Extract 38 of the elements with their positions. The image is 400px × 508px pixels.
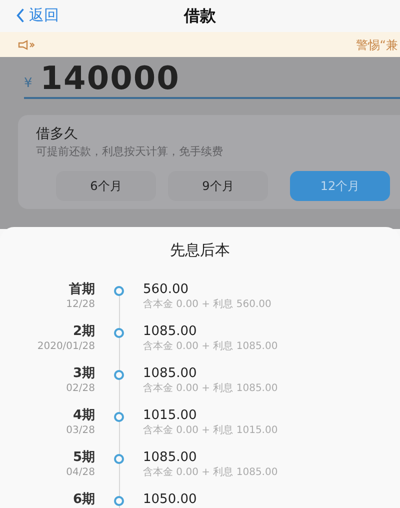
timeline-dot <box>114 370 124 380</box>
period-label: 6期 <box>72 492 95 508</box>
back-chevron-icon <box>16 8 25 23</box>
timeline-dot <box>114 412 124 422</box>
timeline-dot <box>114 286 124 296</box>
term-tab[interactable]: 6个月 <box>56 171 156 201</box>
page-title: 借款 <box>184 6 216 26</box>
payment-amount: 1085.00 <box>143 450 198 466</box>
period-label: 5期 <box>72 450 95 466</box>
timeline-dot <box>114 328 124 338</box>
payment-amount: 560.00 <box>143 282 190 298</box>
period-label: 4期 <box>72 408 95 424</box>
sheet-title: 先息后本 <box>169 241 231 260</box>
payment-detail: 含本金 0.00 + 利息 560.00 <box>143 298 272 312</box>
timeline-dot <box>114 454 124 464</box>
due-date: 12/28 <box>66 298 95 312</box>
amount-field[interactable]: ¥ 140000 <box>24 57 400 99</box>
term-title: 借多久 <box>36 125 79 143</box>
payment-amount: 1085.00 <box>143 324 198 340</box>
period-label: 2期 <box>72 324 95 340</box>
due-date: 02/28 <box>66 382 95 396</box>
term-tab[interactable]: 9个月 <box>168 171 268 201</box>
payment-amount: 1015.00 <box>143 408 198 424</box>
payment-amount: 1085.00 <box>143 366 198 382</box>
due-date: 03/28 <box>66 424 95 438</box>
payment-detail: 含本金 0.00 + 利息 1085.00 <box>143 382 278 396</box>
term-subtitle: 可提前还款，利息按天计算，免手续费 <box>36 144 224 159</box>
period-label: 首期 <box>69 282 95 298</box>
back-button[interactable]: 返回 <box>16 6 59 25</box>
due-date: 04/28 <box>66 466 95 480</box>
payment-detail: 含本金 0.00 + 利息 1085.00 <box>143 466 278 480</box>
payment-detail: 含本金 0.00 + 利息 1085.00 <box>143 340 278 354</box>
notice-text: 警惕“兼 <box>356 36 398 52</box>
payment-amount: 1050.00 <box>143 492 197 508</box>
speaker-icon <box>18 40 36 50</box>
payment-detail: 含本金 0.00 + 利息 1015.00 <box>143 424 278 438</box>
period-label: 3期 <box>72 366 95 382</box>
due-date: 2020/01/28 <box>37 340 95 354</box>
